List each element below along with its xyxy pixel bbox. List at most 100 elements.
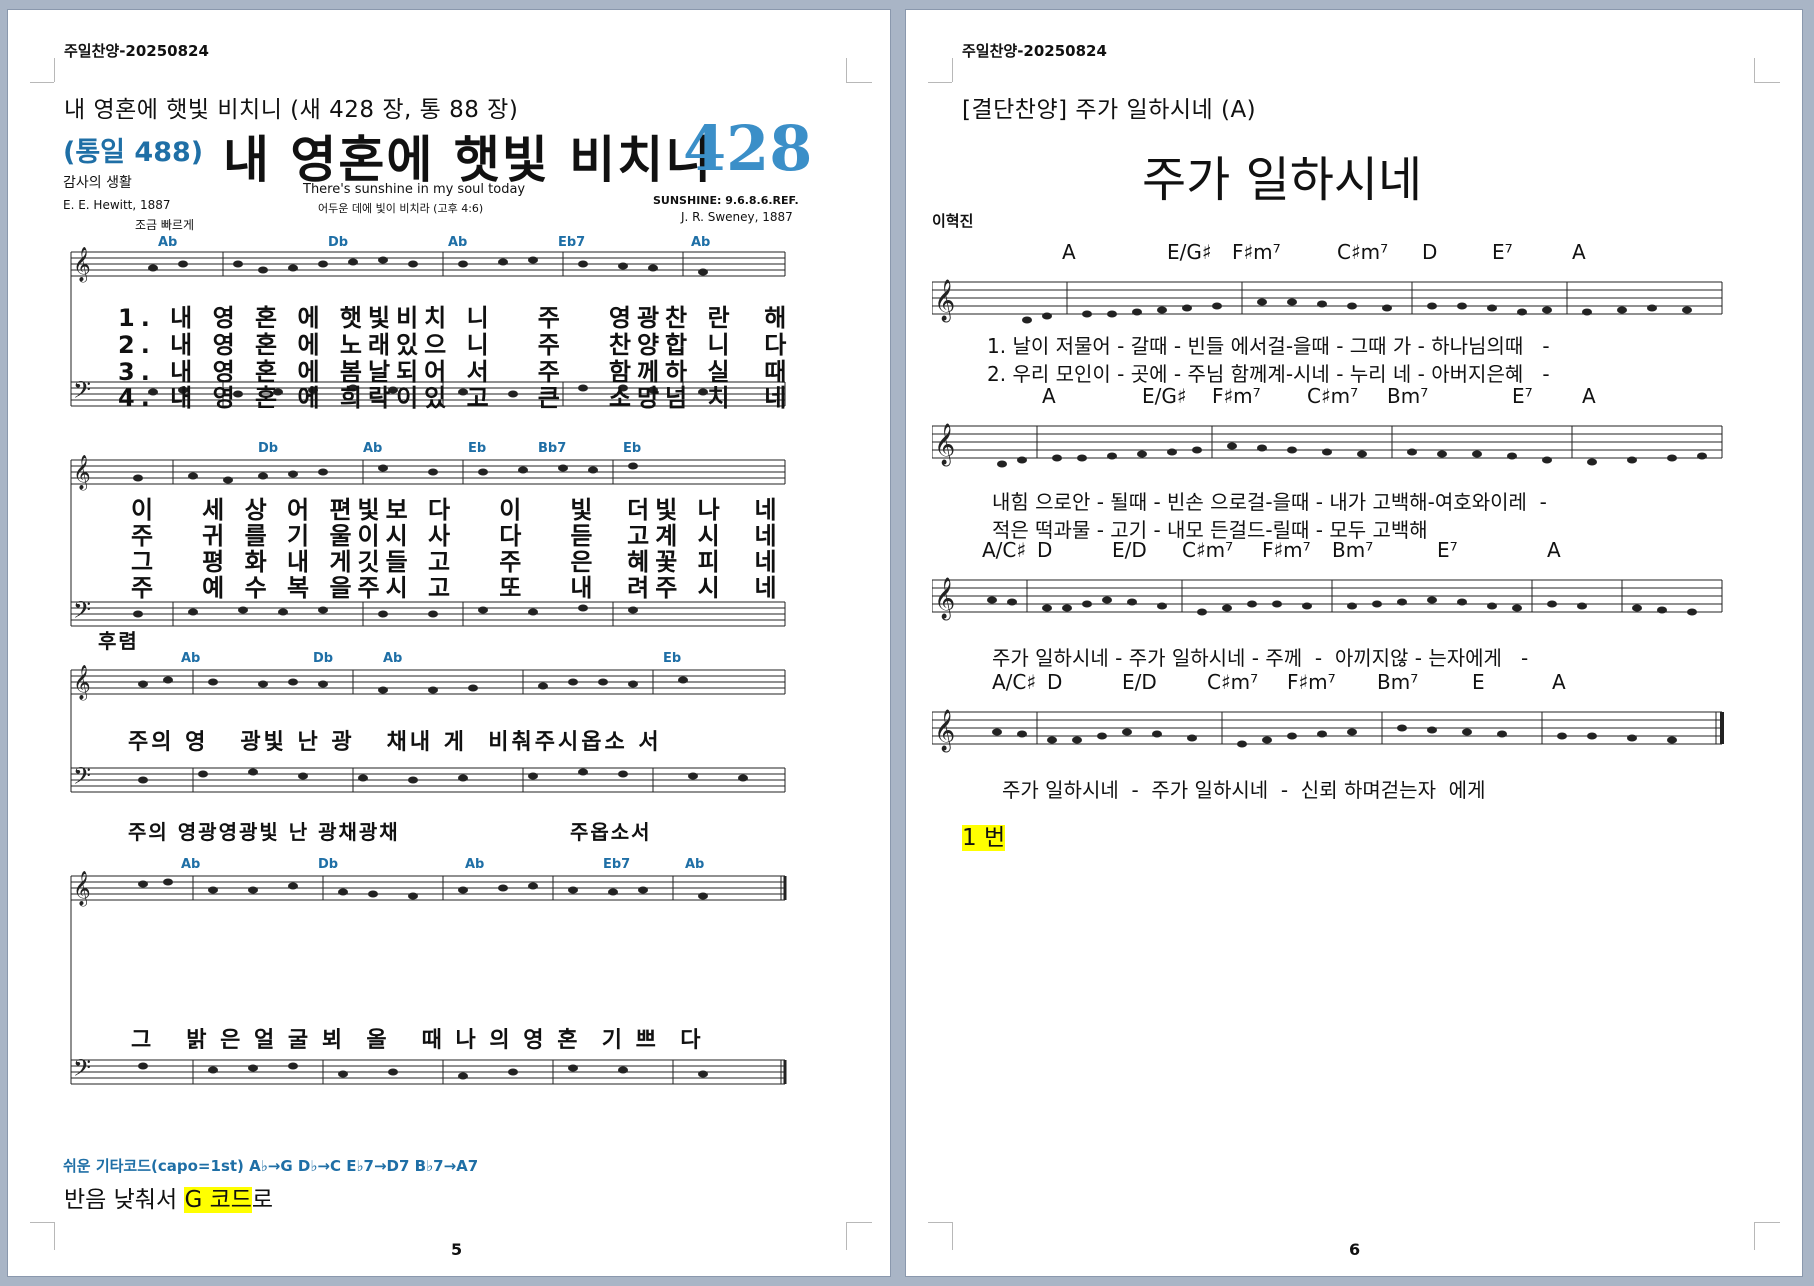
page-number: 6 xyxy=(1349,1240,1361,1259)
footnote: 반음 낮춰서 G 코드로 xyxy=(64,1180,273,1214)
crop-mark xyxy=(54,58,55,82)
lyric-line: 2. 우리 모인이 - 곳에 - 주님 함께계-시네 - 누리 네 - 아버지은… xyxy=(987,362,1550,386)
page-subtitle: 내 영혼에 햇빛 비치니 (새 428 장, 통 88 장) xyxy=(64,97,519,123)
chord-symbol: D xyxy=(1037,538,1053,562)
svg-text:Ab: Ab xyxy=(691,235,710,250)
hymn-author: E. E. Hewitt, 1887 xyxy=(63,198,171,212)
page-subtitle: [결단찬양] 주가 일하시네 (A) xyxy=(962,97,1257,123)
hymn-meter: SUNSHINE: 9.6.8.6.REF. xyxy=(653,194,799,207)
crop-mark xyxy=(30,1222,54,1223)
svg-text:𝄞: 𝄞 xyxy=(73,665,91,701)
svg-text:Db: Db xyxy=(258,441,278,456)
refrain-lyric: 그 밝 은 얼 굴 뵈 올 때 나 의 영 혼 기 쁘 다 xyxy=(131,1028,704,1053)
crop-mark xyxy=(846,58,847,82)
verse-note: 1 번 xyxy=(962,818,1006,852)
chord-symbol: C♯m⁷ xyxy=(1307,384,1359,408)
chord-symbol: Bm⁷ xyxy=(1332,538,1374,562)
chord-symbol: E/G♯ xyxy=(1167,240,1212,264)
chord-symbol: C♯m⁷ xyxy=(1207,670,1259,694)
chord-symbol: Bm⁷ xyxy=(1377,670,1419,694)
hymn-sheet-image: (통일 488) 내 영혼에 햇빛 비치니 428 감사의 생활 There's… xyxy=(63,112,812,1180)
chord-symbol: E/G♯ xyxy=(1142,384,1187,408)
crop-mark xyxy=(1754,1222,1755,1250)
lyric-line: 주가 일하시네 - 주가 일하시네 - 신뢰 하며걷는자 에게 xyxy=(1002,778,1486,802)
svg-text:𝄢: 𝄢 xyxy=(73,762,91,795)
svg-text:𝄢: 𝄢 xyxy=(73,1054,91,1087)
lyric-line: 1. 날이 저물어 - 갈때 - 빈들 에서걸-을때 - 그때 가 - 하나님의… xyxy=(987,334,1550,358)
refrain-lyric: 주의 영 광빛 난 광 채내 게 비춰주시옵소 서 xyxy=(128,730,662,755)
svg-text:𝄞: 𝄞 xyxy=(934,423,955,466)
svg-text:Eb: Eb xyxy=(623,441,641,456)
hymn-composer: J. R. Sweney, 1887 xyxy=(681,210,793,224)
chord-symbol: A xyxy=(1582,384,1596,408)
svg-text:Ab: Ab xyxy=(158,235,177,250)
melody-staff-1: 𝄞 xyxy=(932,279,1723,324)
crop-mark xyxy=(54,1222,55,1250)
svg-text:𝄞: 𝄞 xyxy=(934,709,955,752)
crop-mark xyxy=(952,58,953,82)
chord-symbol: E⁷ xyxy=(1437,538,1458,562)
chord-symbol: D xyxy=(1422,240,1438,264)
chord-symbol: F♯m⁷ xyxy=(1212,384,1261,408)
svg-text:Db: Db xyxy=(328,235,348,250)
svg-text:Ab: Ab xyxy=(685,857,704,872)
guitar-chord-note: 쉬운 기타코드(capo=1st) A♭→G D♭→C E♭7→D7 B♭7→A… xyxy=(63,1157,479,1175)
page-header: 주일찬양-20250824 xyxy=(64,42,209,60)
svg-text:Ab: Ab xyxy=(181,857,200,872)
crop-mark xyxy=(928,82,952,83)
lyric-line: 주가 일하시네 - 주가 일하시네 - 주께 - 아끼지않 - 는자에게 - xyxy=(992,646,1529,670)
chord-symbol: A xyxy=(1572,240,1586,264)
hymn-tong-number: (통일 488) xyxy=(63,137,204,168)
score-title: 주가 일하시네 xyxy=(1142,152,1423,208)
chord-symbol: E⁷ xyxy=(1492,240,1513,264)
svg-text:Ab: Ab xyxy=(448,235,467,250)
crop-mark xyxy=(1754,1222,1780,1223)
hymn-scripture: 어두운 데에 빛이 비치라 (고후 4:6) xyxy=(318,202,484,215)
chord-symbol: A/C♯ xyxy=(982,538,1027,562)
svg-text:Ab: Ab xyxy=(383,651,402,666)
page-number: 5 xyxy=(451,1240,463,1259)
chord-symbol: C♯m⁷ xyxy=(1337,240,1389,264)
highlighted-text: 1 번 xyxy=(962,825,1006,851)
score-composer: 이혁진 xyxy=(932,212,974,230)
hymn-tempo: 조금 빠르게 xyxy=(135,218,195,232)
page-5: 주일찬양-20250824 내 영혼에 햇빛 비치니 (새 428 장, 통 8… xyxy=(8,10,890,1276)
chord-symbol: A xyxy=(1552,670,1566,694)
chord-symbol: C♯m⁷ xyxy=(1182,538,1234,562)
crop-mark xyxy=(952,1222,953,1250)
svg-text:Ab: Ab xyxy=(181,651,200,666)
hymn-english-title: There's sunshine in my soul today xyxy=(303,182,526,197)
svg-text:Eb: Eb xyxy=(663,651,681,666)
crop-mark xyxy=(1754,58,1755,82)
chord-symbol: A xyxy=(1042,384,1056,408)
svg-text:𝄢: 𝄢 xyxy=(73,376,91,409)
hymn-category: 감사의 생활 xyxy=(63,175,132,191)
lyric-line: 내힘 으로안 - 될때 - 빈손 으로걸-을때 - 내가 고백해-여호와이레 - xyxy=(992,490,1547,514)
chord-symbol: A xyxy=(1062,240,1076,264)
svg-text:Ab: Ab xyxy=(363,441,382,456)
chord-symbol: F♯m⁷ xyxy=(1262,538,1311,562)
chord-symbol: F♯m⁷ xyxy=(1287,670,1336,694)
chord-symbol: Bm⁷ xyxy=(1387,384,1429,408)
melody-staff-3: 𝄞 xyxy=(932,577,1723,620)
lyric-line: 4. 내 영 혼 에 희락이있 고 큰 소망넘 치 네 xyxy=(118,384,793,412)
svg-text:𝄞: 𝄞 xyxy=(73,871,91,907)
svg-text:Eb7: Eb7 xyxy=(603,857,630,872)
crop-mark xyxy=(30,82,54,83)
svg-text:Db: Db xyxy=(318,857,338,872)
chord-symbol: E xyxy=(1472,670,1485,694)
page-header: 주일찬양-20250824 xyxy=(962,42,1107,60)
chord-symbol: F♯m⁷ xyxy=(1232,240,1281,264)
svg-text:𝄞: 𝄞 xyxy=(934,279,955,322)
chord-symbol: E⁷ xyxy=(1512,384,1533,408)
svg-text:𝄢: 𝄢 xyxy=(73,596,91,629)
crop-mark xyxy=(846,82,872,83)
svg-text:Ab: Ab xyxy=(465,857,484,872)
crop-mark xyxy=(928,1222,952,1223)
hymn-number: 428 xyxy=(683,112,813,185)
highlighted-text: G 코드 xyxy=(184,1187,252,1213)
svg-text:𝄞: 𝄞 xyxy=(73,455,91,491)
chord-symbol: A/C♯ xyxy=(992,670,1037,694)
crop-mark xyxy=(846,1222,872,1223)
svg-text:Eb7: Eb7 xyxy=(558,235,585,250)
